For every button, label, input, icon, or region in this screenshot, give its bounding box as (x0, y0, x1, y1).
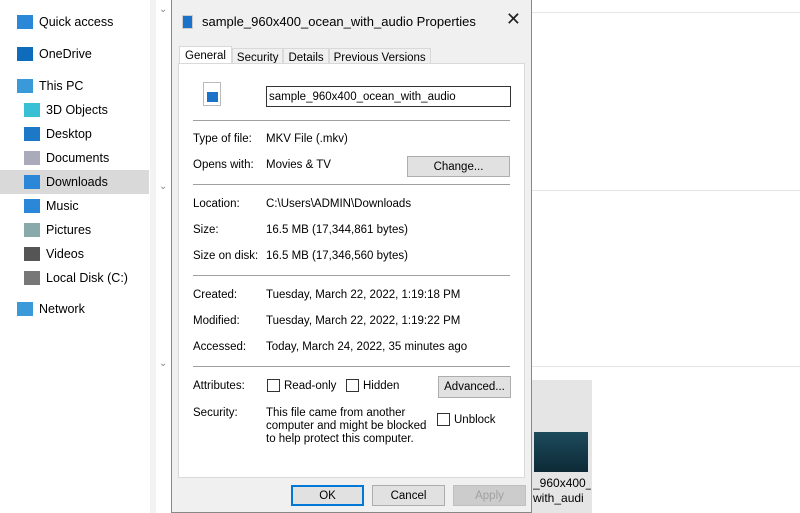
nav-item-label: Documents (46, 151, 110, 165)
nav-item[interactable]: Local Disk (C:) (0, 266, 149, 290)
chevron-down-icon[interactable]: ⌄ (159, 4, 167, 15)
accessed-value: Today, March 24, 2022, 35 minutes ago (266, 341, 468, 353)
pictures-icon (24, 223, 40, 237)
nav-item[interactable]: Desktop (0, 122, 149, 146)
attributes-label: Attributes: (193, 380, 245, 392)
size-on-disk-label: Size on disk: (193, 250, 259, 262)
cube-icon (24, 103, 40, 117)
opens-with-value: Movies & TV (266, 159, 331, 171)
size-on-disk-value: 16.5 MB (17,346,560 bytes) (266, 250, 408, 262)
computer-icon (17, 79, 33, 93)
modified-label: Modified: (193, 315, 240, 327)
star-icon (17, 15, 33, 29)
dialog-title: sample_960x400_ocean_with_audio Properti… (202, 14, 476, 29)
nav-item-label: Music (46, 199, 79, 213)
document-icon (24, 151, 40, 165)
divider (193, 275, 510, 276)
nav-item-label: Downloads (46, 175, 108, 189)
cloud-icon (17, 47, 33, 61)
hidden-label: Hidden (363, 379, 400, 392)
nav-item-label: Network (39, 302, 85, 316)
divider (193, 120, 510, 121)
scrollbar[interactable] (150, 0, 156, 513)
file-name-line: with_audi (533, 491, 584, 505)
checkbox-box (346, 379, 359, 392)
nav-item-label: Desktop (46, 127, 92, 141)
hidden-checkbox[interactable]: Hidden (346, 379, 399, 392)
general-panel: Type of file: MKV File (.mkv) Opens with… (178, 63, 525, 478)
download-icon (24, 175, 40, 189)
read-only-checkbox[interactable]: Read-only (267, 379, 336, 392)
type-value: MKV File (.mkv) (266, 133, 348, 145)
apply-button[interactable]: Apply (453, 485, 526, 506)
videos-icon (24, 247, 40, 261)
size-label: Size: (193, 224, 219, 236)
nav-item-label: Local Disk (C:) (46, 271, 128, 285)
checkbox-box (267, 379, 280, 392)
nav-item[interactable]: Pictures (0, 218, 149, 242)
close-icon[interactable]: ✕ (506, 9, 521, 30)
nav-item-label: Quick access (39, 15, 114, 29)
video-file-icon (203, 82, 221, 106)
network-icon (17, 302, 33, 316)
chevron-down-icon[interactable]: ⌄ (159, 358, 167, 369)
nav-item[interactable]: Downloads (0, 170, 149, 194)
nav-item-label: OneDrive (39, 47, 92, 61)
navigation-pane: Quick access OneDrive This PC 3D Objects Des… (0, 0, 150, 513)
nav-item[interactable]: Network (0, 297, 149, 321)
read-only-label: Read-only (284, 379, 337, 392)
location-value: C:\Users\ADMIN\Downloads (266, 198, 412, 210)
nav-item[interactable]: Documents (0, 146, 149, 170)
nav-item-label: Videos (46, 247, 84, 261)
nav-item[interactable]: This PC (0, 74, 149, 98)
nav-item[interactable]: 3D Objects (0, 98, 149, 122)
size-value: 16.5 MB (17,344,861 bytes) (266, 224, 408, 236)
cancel-button[interactable]: Cancel (372, 485, 445, 506)
desktop-icon (24, 127, 40, 141)
file-name-line: _960x400_ (533, 476, 591, 490)
nav-item-label: Pictures (46, 223, 92, 237)
music-icon (24, 199, 40, 213)
divider (193, 366, 510, 367)
opens-with-label: Opens with: (193, 159, 254, 171)
modified-value: Tuesday, March 22, 2022, 1:19:22 PM (266, 315, 461, 327)
properties-dialog: sample_960x400_ocean_with_audio Properti… (171, 0, 532, 513)
security-text: This file came from another computer and… (266, 407, 427, 445)
divider (193, 184, 510, 185)
change-button[interactable]: Change... (407, 156, 510, 177)
advanced-button[interactable]: Advanced... (438, 376, 511, 398)
location-label: Location: (193, 198, 240, 210)
unblock-checkbox[interactable]: Unblock (437, 413, 496, 426)
filename-input[interactable] (266, 86, 511, 107)
type-label: Type of file: (193, 133, 252, 145)
video-file-icon (182, 15, 193, 29)
checkbox-box (437, 413, 450, 426)
accessed-label: Accessed: (193, 341, 247, 353)
nav-item[interactable]: OneDrive (0, 42, 149, 66)
nav-item[interactable]: Quick access (0, 10, 149, 34)
nav-item[interactable]: Videos (0, 242, 149, 266)
drive-icon (24, 271, 40, 285)
video-thumbnail-image (534, 432, 588, 472)
unblock-label: Unblock (454, 413, 496, 426)
file-thumbnail[interactable]: _960x400_ with_audi (530, 380, 592, 513)
created-label: Created: (193, 289, 238, 301)
ok-button[interactable]: OK (291, 485, 364, 506)
nav-item[interactable]: Music (0, 194, 149, 218)
security-label: Security: (193, 407, 238, 419)
created-value: Tuesday, March 22, 2022, 1:19:18 PM (266, 289, 461, 301)
nav-item-label: 3D Objects (46, 103, 108, 117)
nav-item-label: This PC (39, 79, 84, 93)
chevron-down-icon[interactable]: ⌄ (159, 181, 167, 192)
file-name: _960x400_ with_audi (533, 476, 591, 506)
